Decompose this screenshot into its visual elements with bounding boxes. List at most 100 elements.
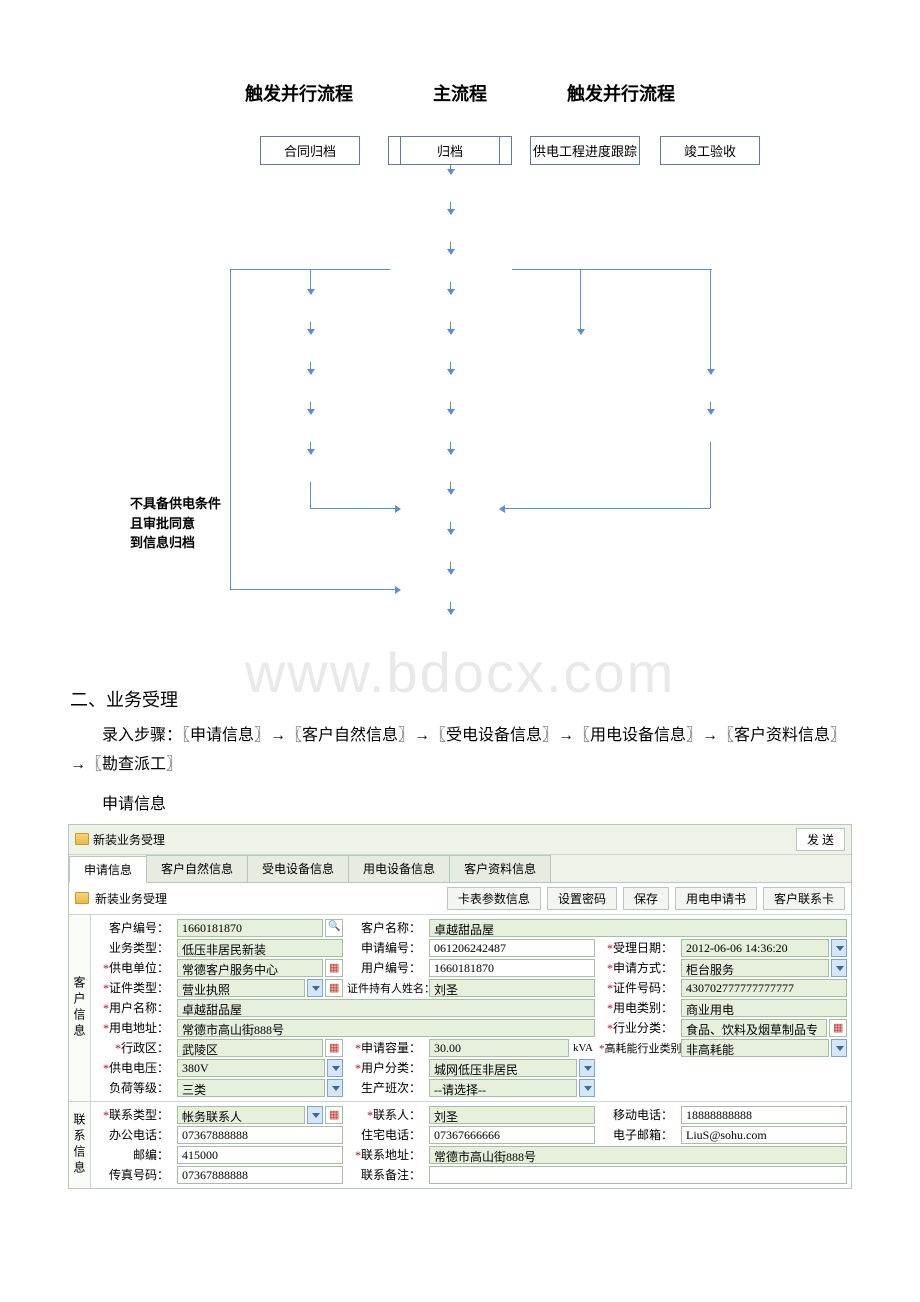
flow-header-row: 触发并行流程 主流程 触发并行流程 — [40, 80, 880, 106]
lbl-highenergy: *高耗能行业类别： — [599, 1040, 677, 1056]
node-left-4: 合同归档 — [260, 136, 360, 165]
lbl-username: *用户名称： — [95, 999, 173, 1016]
window-titlebar: 新装业务受理 发 送 — [69, 825, 851, 855]
fld-loadlvl[interactable]: 三类 — [177, 1079, 325, 1097]
fld-officetel[interactable]: 07367888888 — [177, 1126, 343, 1144]
fld-custno[interactable]: 1660181870 — [177, 919, 323, 937]
lbl-email: 电子邮箱： — [599, 1126, 677, 1143]
lbl-postcode: 邮编： — [95, 1146, 173, 1163]
fld-fax[interactable]: 07367888888 — [177, 1166, 343, 1184]
header-left: 触发并行流程 — [245, 80, 353, 106]
chevron-down-icon[interactable] — [831, 959, 847, 977]
steps-paragraph: 录入步骤：〖申请信息〗→〖客户自然信息〗→〖受电设备信息〗→〖用电设备信息〗→〖… — [70, 722, 850, 780]
send-button[interactable]: 发 送 — [796, 828, 845, 851]
fld-acceptdate[interactable]: 2012-06-06 14:36:20 — [681, 939, 829, 957]
chevron-down-icon[interactable] — [579, 1059, 595, 1077]
fld-username[interactable]: 卓越甜品屋 — [177, 999, 595, 1017]
btn-appform[interactable]: 用电申请书 — [675, 887, 757, 910]
btn-contactcard[interactable]: 客户联系卡 — [763, 887, 845, 910]
book-icon[interactable] — [325, 1039, 343, 1057]
fld-contacttype[interactable]: 帐务联系人 — [177, 1106, 305, 1124]
unit-kva: kVA — [571, 1042, 595, 1054]
side-contact: 联系信息 — [69, 1102, 91, 1188]
header-main: 主流程 — [433, 80, 487, 106]
lbl-contactnote: 联系备注： — [347, 1166, 425, 1183]
lbl-industry: *行业分类： — [599, 1019, 677, 1036]
book-icon[interactable] — [829, 1019, 847, 1037]
btn-save[interactable]: 保存 — [623, 887, 669, 910]
book-icon[interactable] — [325, 959, 343, 977]
btn-cardparam[interactable]: 卡表参数信息 — [447, 887, 541, 910]
chevron-down-icon[interactable] — [327, 1079, 343, 1097]
node-right-top: 供电工程进度跟踪 — [530, 136, 640, 165]
fld-certholder[interactable]: 刘圣 — [429, 979, 595, 997]
fld-contactnote[interactable] — [429, 1166, 847, 1184]
lbl-prodshift: 生产班次： — [347, 1079, 425, 1096]
fld-highenergy[interactable]: 非高耗能 — [681, 1039, 829, 1057]
fld-contactaddr[interactable]: 常德市高山街888号 — [429, 1146, 847, 1164]
tab-recvdev[interactable]: 受电设备信息 — [247, 855, 349, 882]
tab-custinfo[interactable]: 客户自然信息 — [146, 855, 248, 882]
folder-icon — [75, 833, 89, 845]
lbl-loadlvl: 负荷等级： — [95, 1079, 173, 1096]
fld-hometel[interactable]: 07367666666 — [429, 1126, 595, 1144]
fld-supplyv[interactable]: 380V — [177, 1059, 325, 1077]
fld-contactperson[interactable]: 刘圣 — [429, 1106, 595, 1124]
folder-icon — [75, 892, 89, 904]
fld-certno[interactable]: 430702777777777777 — [681, 979, 847, 997]
lbl-acceptdate: *受理日期： — [599, 939, 677, 956]
chevron-down-icon[interactable] — [831, 939, 847, 957]
lbl-contacttype: *联系类型： — [95, 1106, 173, 1123]
fld-industry[interactable]: 食品、饮料及烟草制品专 — [681, 1019, 827, 1037]
fld-postcode[interactable]: 415000 — [177, 1146, 343, 1164]
fld-custname[interactable]: 卓越甜品屋 — [429, 919, 847, 937]
node-main-12: 归档 — [400, 136, 500, 165]
lbl-appmethod: *申请方式： — [599, 959, 677, 976]
fld-certtype[interactable]: 营业执照 — [177, 979, 305, 997]
fld-appmethod[interactable]: 柜台服务 — [681, 959, 829, 977]
fld-electype[interactable]: 商业用电 — [681, 999, 847, 1017]
fld-elecaddr[interactable]: 常德市高山街888号 — [177, 1019, 595, 1037]
fld-appno: 061206242487 — [429, 939, 595, 957]
lbl-biztype: 业务类型： — [95, 939, 173, 956]
subtitle-appinfo: 申请信息 — [70, 790, 850, 814]
lbl-mobile: 移动电话： — [599, 1106, 677, 1123]
fld-usercat[interactable]: 城网低压非居民 — [429, 1059, 577, 1077]
lbl-supplyv: *供电电压： — [95, 1059, 173, 1076]
fld-userno: 1660181870 — [429, 959, 595, 977]
header-right: 触发并行流程 — [567, 80, 675, 106]
lbl-certtype: *证件类型： — [95, 979, 173, 996]
node-right-1: 竣工验收 — [660, 136, 760, 165]
tab-usedev[interactable]: 用电设备信息 — [348, 855, 450, 882]
chevron-down-icon[interactable] — [831, 1039, 847, 1057]
chevron-down-icon[interactable] — [307, 1106, 323, 1124]
tab-custdoc[interactable]: 客户资料信息 — [449, 855, 551, 882]
fld-mobile[interactable]: 18888888888 — [681, 1106, 847, 1124]
lbl-userno: 用户编号： — [347, 959, 425, 976]
lbl-appcap: *申请容量： — [347, 1039, 425, 1056]
fld-email[interactable]: LiuS@sohu.com — [681, 1126, 847, 1144]
btn-setpwd[interactable]: 设置密码 — [547, 887, 617, 910]
lbl-usercat: *用户分类： — [347, 1059, 425, 1076]
book-icon[interactable] — [325, 1106, 343, 1124]
fld-prodshift[interactable]: --请选择-- — [429, 1079, 577, 1097]
tab-appinfo[interactable]: 申请信息 — [69, 856, 147, 883]
chevron-down-icon[interactable] — [327, 1059, 343, 1077]
contact-block: 联系信息 *联系类型： 帐务联系人 *联系人： 刘圣 移动电话： 1888888… — [69, 1101, 851, 1188]
book-icon[interactable] — [325, 979, 343, 997]
customer-block: 客户信息 客户编号： 1660181870 客户名称： 卓越甜品屋 业务类型： … — [69, 915, 851, 1101]
chevron-down-icon[interactable] — [579, 1079, 595, 1097]
tab-row: 申请信息 客户自然信息 受电设备信息 用电设备信息 客户资料信息 — [69, 855, 851, 883]
fld-appcap[interactable]: 30.00 — [429, 1039, 569, 1057]
fld-biztype[interactable]: 低压非居民新装 — [177, 939, 343, 957]
fld-supplyunit[interactable]: 常德客户服务中心 — [177, 959, 323, 977]
lbl-fax: 传真号码： — [95, 1166, 173, 1183]
lbl-contactaddr: *联系地址： — [347, 1146, 425, 1163]
fld-district[interactable]: 武陵区 — [177, 1039, 323, 1057]
lbl-custno: 客户编号： — [95, 919, 173, 936]
lbl-hometel: 住宅电话： — [347, 1126, 425, 1143]
chevron-down-icon[interactable] — [307, 979, 323, 997]
search-icon[interactable] — [325, 919, 343, 937]
lbl-certno: *证件号码： — [599, 979, 677, 996]
side-customer: 客户信息 — [69, 915, 91, 1101]
